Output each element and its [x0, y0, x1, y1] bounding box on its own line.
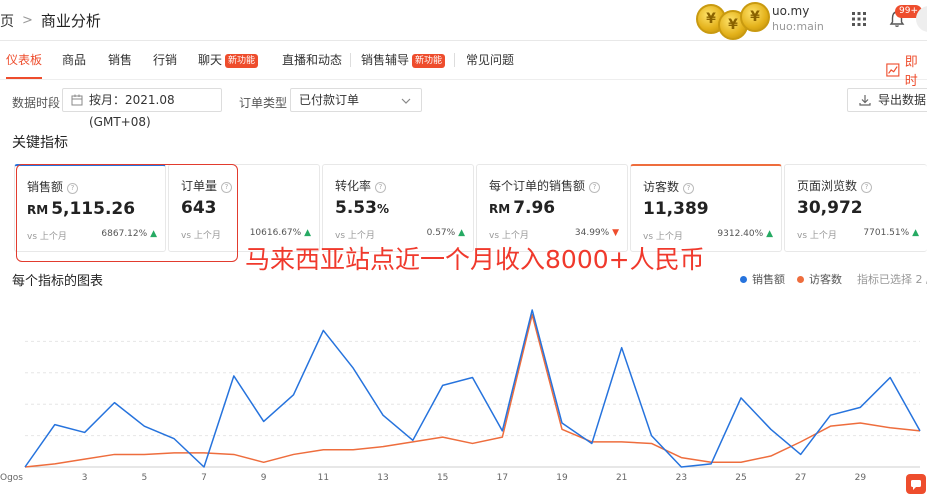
chat-icon [911, 480, 921, 490]
legend-item-sales: 销售额 [740, 271, 785, 287]
x-tick-label: 5 [141, 473, 147, 483]
top-bar: 页 > 商业分析 ¥ ¥ ¥ uo.my huo:main 99+ [0, 0, 927, 41]
x-tick-label: 29 [855, 473, 867, 483]
x-tick-label: 27 [795, 473, 806, 483]
download-icon [859, 95, 871, 106]
arrow-up-icon: ▲ [912, 228, 919, 238]
help-icon[interactable]: ? [375, 182, 387, 193]
metric-change: 34.99% [574, 228, 610, 238]
x-tick-label: 11 [318, 473, 329, 483]
order-type-label: 订单类型 [239, 96, 288, 110]
period-select[interactable]: 按月：2021.08 (GMT+08) [62, 88, 222, 129]
legend-item-visitors: 访客数 [797, 271, 842, 287]
order-type-select[interactable]: 已付款订单 [290, 88, 422, 112]
metric-currency: RM [489, 202, 511, 216]
new-feature-tag: 新功能 [412, 54, 446, 68]
chart-section-title: 每个指标的图表 [12, 274, 104, 289]
calendar-icon [71, 94, 83, 106]
x-tick-label: 19 [556, 473, 568, 483]
metric-card-conversion-rate[interactable]: 转化率? 5.53% vs 上个月 0.57% ▲ [322, 164, 474, 252]
chat-bubble-button[interactable] [906, 474, 926, 494]
metric-label: 转化率 [335, 179, 372, 193]
tab-faq[interactable]: 常见问题 [466, 41, 514, 79]
x-tick-label: Ogos [0, 473, 23, 483]
x-tick-label: 7 [201, 473, 207, 483]
arrow-down-icon: ▼ [612, 228, 619, 238]
tab-sales-coaching[interactable]: 销售辅导 新功能 [361, 41, 446, 79]
metrics-selected-hint: 指标已选择 2 / [857, 273, 927, 286]
x-tick-label: 9 [261, 473, 267, 483]
tab-bar: 仪表板 商品 销售 行销 聊天 新功能 直播和动态 销售辅导 新功能 常见问题 即时 [0, 41, 927, 89]
trend-chart-icon [886, 63, 900, 77]
metric-label: 页面浏览数 [797, 179, 858, 193]
metric-unit: % [376, 202, 389, 216]
annotation-highlight-box [16, 164, 238, 262]
x-tick-label: 3 [82, 473, 88, 483]
metric-change: 0.57% [426, 228, 456, 238]
legend-label: 访客数 [809, 273, 842, 286]
tab-livestream[interactable]: 直播和动态 [282, 41, 342, 79]
chevron-down-icon [401, 98, 411, 104]
period-label: 数据时段 [12, 96, 61, 110]
x-tick-label: 17 [497, 473, 508, 483]
new-feature-tag: 新功能 [225, 54, 259, 68]
metric-label: 访客数 [643, 180, 680, 194]
metrics-line-chart: Ogos 3 5 7 9 11 13 15 17 19 21 23 25 27 29 [0, 309, 921, 483]
metric-value: 7.96 [513, 198, 556, 218]
breadcrumb-separator: > [22, 13, 33, 28]
legend-dot [797, 275, 804, 283]
metric-label: 每个订单的销售额 [489, 179, 586, 193]
metric-card-page-views[interactable]: 页面浏览数? 30,972 vs 上个月 7701.51% ▲ [784, 164, 927, 252]
key-metrics-title: 关键指标 [12, 135, 68, 151]
breadcrumb-prev-link[interactable]: 页 [0, 11, 14, 31]
coin-decoration: ¥ ¥ ¥ [694, 0, 774, 44]
tab-divider [350, 53, 351, 67]
metric-change: 7701.51% [863, 228, 910, 238]
tab-products[interactable]: 商品 [62, 41, 86, 79]
arrow-up-icon: ▲ [304, 228, 311, 238]
filter-bar: 数据时段 按月：2021.08 (GMT+08) 订单类型 已付款订单 导出数据 [0, 84, 927, 129]
annotation-overlay-text: 马来西亚站点近一个月收入8000+人民币 [245, 245, 705, 274]
tab-dashboard[interactable]: 仪表板 [6, 41, 43, 79]
export-label: 导出数据 [878, 93, 927, 107]
breadcrumb: 页 > 商业分析 [0, 10, 101, 31]
tab-chat[interactable]: 聊天 新功能 [198, 41, 259, 79]
export-data-button[interactable]: 导出数据 [847, 88, 927, 112]
metric-change: 9312.40% [717, 229, 764, 239]
shop-account[interactable]: uo.my huo:main [772, 4, 824, 34]
order-type-value: 已付款订单 [299, 93, 360, 107]
metric-card-visitors[interactable]: 访客数? 11,389 vs 上个月 9312.40% ▲ [630, 164, 782, 252]
help-icon[interactable]: ? [861, 182, 873, 193]
legend-dot [740, 275, 747, 283]
metric-value: 30,972 [797, 198, 863, 218]
metric-value: 11,389 [643, 199, 709, 219]
metric-card-sales-per-order[interactable]: 每个订单的销售额? RM 7.96 vs 上个月 34.99% ▼ [476, 164, 628, 252]
metric-value: 5.53 [335, 198, 377, 218]
tab-sales[interactable]: 销售 [108, 41, 132, 79]
x-tick-label: 23 [676, 473, 687, 483]
help-icon[interactable]: ? [683, 183, 695, 194]
apps-grid-icon[interactable] [852, 12, 866, 26]
coin-icon: ¥ [740, 2, 770, 32]
x-tick-label: 13 [377, 473, 388, 483]
arrow-up-icon: ▲ [458, 228, 465, 238]
page-title: 商业分析 [40, 12, 101, 30]
tab-marketing[interactable]: 行销 [153, 41, 177, 79]
metric-change: 10616.67% [249, 228, 302, 238]
shop-sub-account: huo:main [772, 20, 824, 33]
tab-divider [454, 53, 455, 67]
series-line-visitors [24, 313, 921, 468]
shop-name: uo.my [772, 4, 810, 18]
help-icon[interactable]: ? [589, 182, 601, 193]
arrow-up-icon: ▲ [766, 229, 773, 239]
metric-compare-label: vs 上个月 [797, 231, 837, 241]
x-tick-label: 21 [616, 473, 627, 483]
legend-label: 销售额 [752, 273, 785, 286]
period-value: 按月：2021.08 (GMT+08) [89, 93, 175, 129]
x-tick-label: 15 [437, 473, 448, 483]
x-tick-label: 25 [735, 473, 746, 483]
